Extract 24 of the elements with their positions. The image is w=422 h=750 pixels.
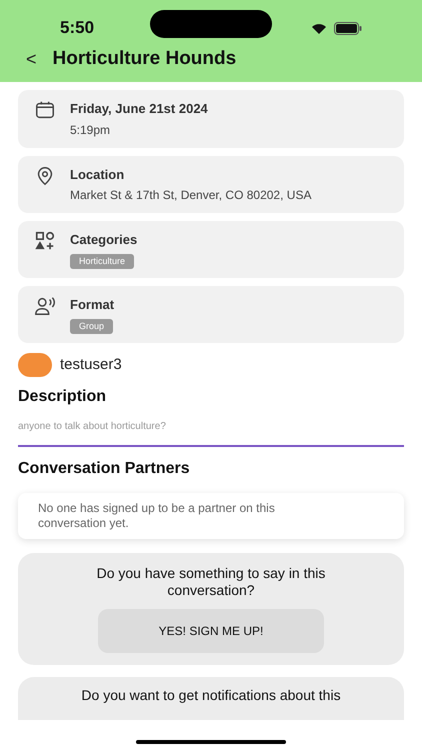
- battery-icon: [334, 22, 362, 34]
- notify-question: Do you want to get notifications about this: [81, 686, 341, 705]
- calendar-icon: [34, 99, 56, 121]
- card-title: Location: [70, 166, 126, 184]
- tag: Group: [70, 318, 114, 334]
- username: testuser3: [60, 354, 122, 375]
- signup-button[interactable]: YES! SIGN ME UP!: [98, 609, 324, 653]
- partners-heading: Conversation Partners: [18, 459, 191, 479]
- description-field: anyone to talk about horticulture?: [18, 413, 404, 447]
- card-title: Format: [70, 296, 114, 314]
- shapes-icon: [34, 230, 56, 252]
- wifi-icon: [310, 22, 328, 34]
- card-title: Friday, June 21st 2024: [70, 100, 208, 118]
- empty-partners-message: No one has signed up to be a partner on this conversation yet.: [18, 493, 404, 539]
- status-time: 5:50: [60, 17, 94, 40]
- person-speaking-icon: [34, 295, 56, 317]
- signup-question: Do you have something to say in this conversation?: [96, 565, 326, 599]
- tag: Horticulture: [70, 254, 134, 269]
- page-title: Horticulture Hounds: [52, 46, 236, 71]
- back-button[interactable]: <: [26, 46, 37, 72]
- card-title: Categories: [70, 231, 138, 249]
- description-heading: Description: [18, 387, 108, 407]
- card-subtitle: Market St & 17th St, Denver, CO 80202, USA: [70, 187, 312, 204]
- card-subtitle: 5:19pm: [70, 122, 112, 138]
